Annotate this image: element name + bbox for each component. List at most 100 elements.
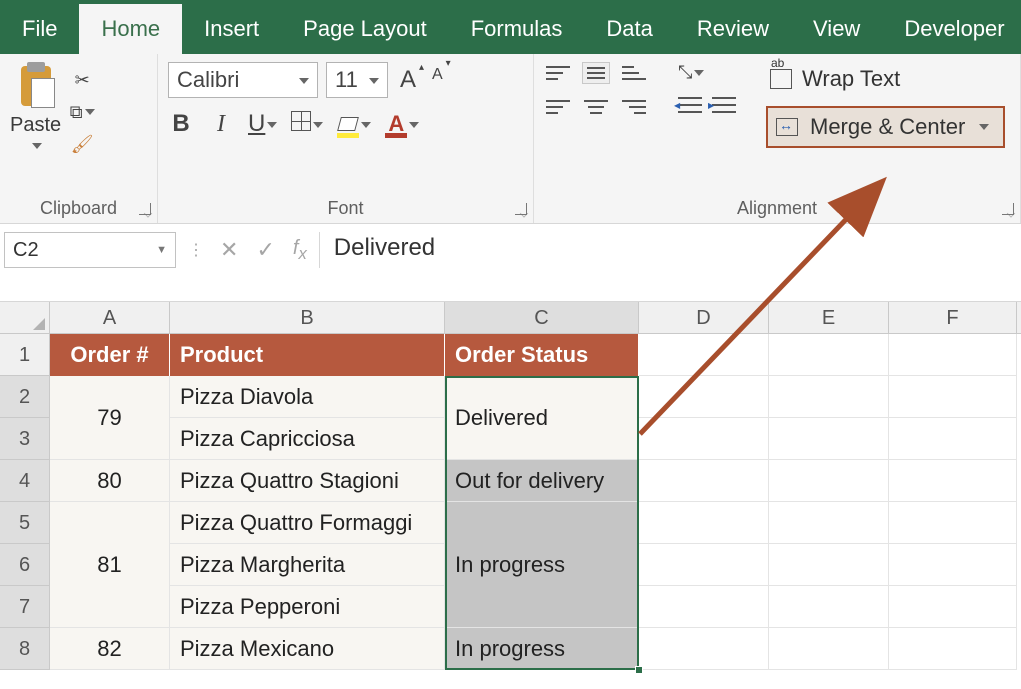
increase-indent-button[interactable] (712, 95, 736, 115)
row-header[interactable]: 7 (0, 586, 50, 628)
cell[interactable]: Delivered (445, 376, 639, 460)
shrink-font-button[interactable]: A▾ (428, 62, 447, 98)
row-header[interactable]: 2 (0, 376, 50, 418)
align-left-button[interactable] (544, 96, 572, 118)
italic-button[interactable]: I (208, 111, 234, 138)
grow-font-button[interactable]: A▴ (396, 62, 420, 98)
paste-button[interactable]: Paste (10, 62, 61, 155)
cell[interactable]: Pizza Mexicano (170, 628, 445, 670)
chevron-down-icon[interactable]: ▼ (156, 244, 167, 256)
tab-file[interactable]: File (0, 4, 79, 54)
cell[interactable] (769, 628, 889, 670)
bold-button[interactable]: B (168, 110, 194, 138)
cell[interactable]: Pizza Margherita (170, 544, 445, 586)
col-header-b[interactable]: B (170, 302, 445, 333)
cell[interactable]: 81 (50, 502, 170, 628)
cell[interactable] (889, 418, 1017, 460)
cell[interactable]: 79 (50, 376, 170, 460)
tab-developer[interactable]: Developer (882, 4, 1021, 54)
cut-button[interactable]: ✂ (67, 68, 97, 92)
cell[interactable] (639, 628, 769, 670)
cell[interactable] (769, 376, 889, 418)
col-header-a[interactable]: A (50, 302, 170, 333)
cell[interactable] (639, 334, 769, 376)
fill-color-button[interactable] (337, 110, 371, 138)
cell[interactable] (769, 586, 889, 628)
cell[interactable]: Pizza Capricciosa (170, 418, 445, 460)
cell[interactable] (889, 628, 1017, 670)
cell[interactable] (769, 418, 889, 460)
cell[interactable] (889, 502, 1017, 544)
decrease-indent-button[interactable] (678, 95, 702, 115)
cell[interactable] (889, 544, 1017, 586)
cell[interactable]: Pizza Quattro Formaggi (170, 502, 445, 544)
cell[interactable]: Pizza Diavola (170, 376, 445, 418)
cell[interactable] (639, 460, 769, 502)
fill-handle[interactable] (635, 666, 643, 674)
chevron-down-icon[interactable] (289, 67, 309, 93)
tab-formulas[interactable]: Formulas (449, 4, 585, 54)
cell[interactable] (889, 376, 1017, 418)
orientation-button[interactable]: ⤡ (678, 62, 704, 83)
cell[interactable] (769, 544, 889, 586)
align-bottom-button[interactable] (620, 62, 648, 84)
align-top-button[interactable] (544, 62, 572, 84)
underline-button[interactable]: U (248, 110, 277, 138)
col-header-d[interactable]: D (639, 302, 769, 333)
wrap-text-button[interactable]: Wrap Text (766, 62, 1005, 96)
row-header[interactable]: 3 (0, 418, 50, 460)
chevron-down-icon[interactable] (85, 109, 95, 115)
dialog-launcher-alignment[interactable] (1002, 203, 1014, 215)
cell[interactable]: Product (170, 334, 445, 376)
chevron-down-icon[interactable] (267, 122, 277, 128)
merge-center-button[interactable]: Merge & Center (766, 106, 1005, 148)
tab-data[interactable]: Data (584, 4, 674, 54)
align-right-button[interactable] (620, 96, 648, 118)
border-button[interactable] (291, 110, 323, 138)
cell[interactable]: In progress (445, 502, 639, 628)
cell[interactable] (639, 544, 769, 586)
cell[interactable]: In progress (445, 628, 639, 670)
name-box[interactable]: C2▼ (4, 232, 176, 268)
cell[interactable] (889, 334, 1017, 376)
col-header-f[interactable]: F (889, 302, 1017, 333)
chevron-down-icon[interactable] (359, 67, 379, 93)
tab-page-layout[interactable]: Page Layout (281, 4, 449, 54)
cell[interactable]: Order # (50, 334, 170, 376)
cell[interactable] (769, 334, 889, 376)
cell[interactable]: 80 (50, 460, 170, 502)
formula-input[interactable]: Delivered (320, 224, 1021, 272)
select-all-corner[interactable] (0, 302, 50, 333)
font-color-button[interactable]: A (385, 110, 419, 138)
chevron-down-icon[interactable] (361, 122, 371, 128)
chevron-down-icon[interactable] (313, 122, 323, 128)
row-header[interactable]: 5 (0, 502, 50, 544)
spreadsheet-grid[interactable]: A B C D E F 1 Order # Product Order Stat… (0, 302, 1021, 670)
chevron-down-icon[interactable] (979, 124, 989, 130)
row-header[interactable]: 1 (0, 334, 50, 376)
cell[interactable] (889, 460, 1017, 502)
cancel-icon[interactable]: ✕ (220, 237, 238, 263)
cell[interactable]: Order Status (445, 334, 639, 376)
col-header-e[interactable]: E (769, 302, 889, 333)
dialog-launcher-clipboard[interactable] (139, 203, 151, 215)
tab-view[interactable]: View (791, 4, 882, 54)
cell[interactable]: Pizza Pepperoni (170, 586, 445, 628)
row-header[interactable]: 6 (0, 544, 50, 586)
cell[interactable] (889, 586, 1017, 628)
col-header-c[interactable]: C (445, 302, 639, 333)
chevron-down-icon[interactable] (409, 122, 419, 128)
dialog-launcher-font[interactable] (515, 203, 527, 215)
cell[interactable]: 82 (50, 628, 170, 670)
cell[interactable]: Pizza Quattro Stagioni (170, 460, 445, 502)
chevron-down-icon[interactable] (32, 143, 42, 149)
font-name-combo[interactable]: Calibri (168, 62, 318, 98)
copy-button[interactable]: ⧉ (67, 100, 97, 124)
tab-review[interactable]: Review (675, 4, 791, 54)
fx-icon[interactable]: fx (293, 237, 307, 264)
format-painter-button[interactable]: 🖌 (67, 132, 97, 156)
cell[interactable] (639, 586, 769, 628)
tab-insert[interactable]: Insert (182, 4, 281, 54)
cell[interactable] (639, 418, 769, 460)
row-header[interactable]: 4 (0, 460, 50, 502)
